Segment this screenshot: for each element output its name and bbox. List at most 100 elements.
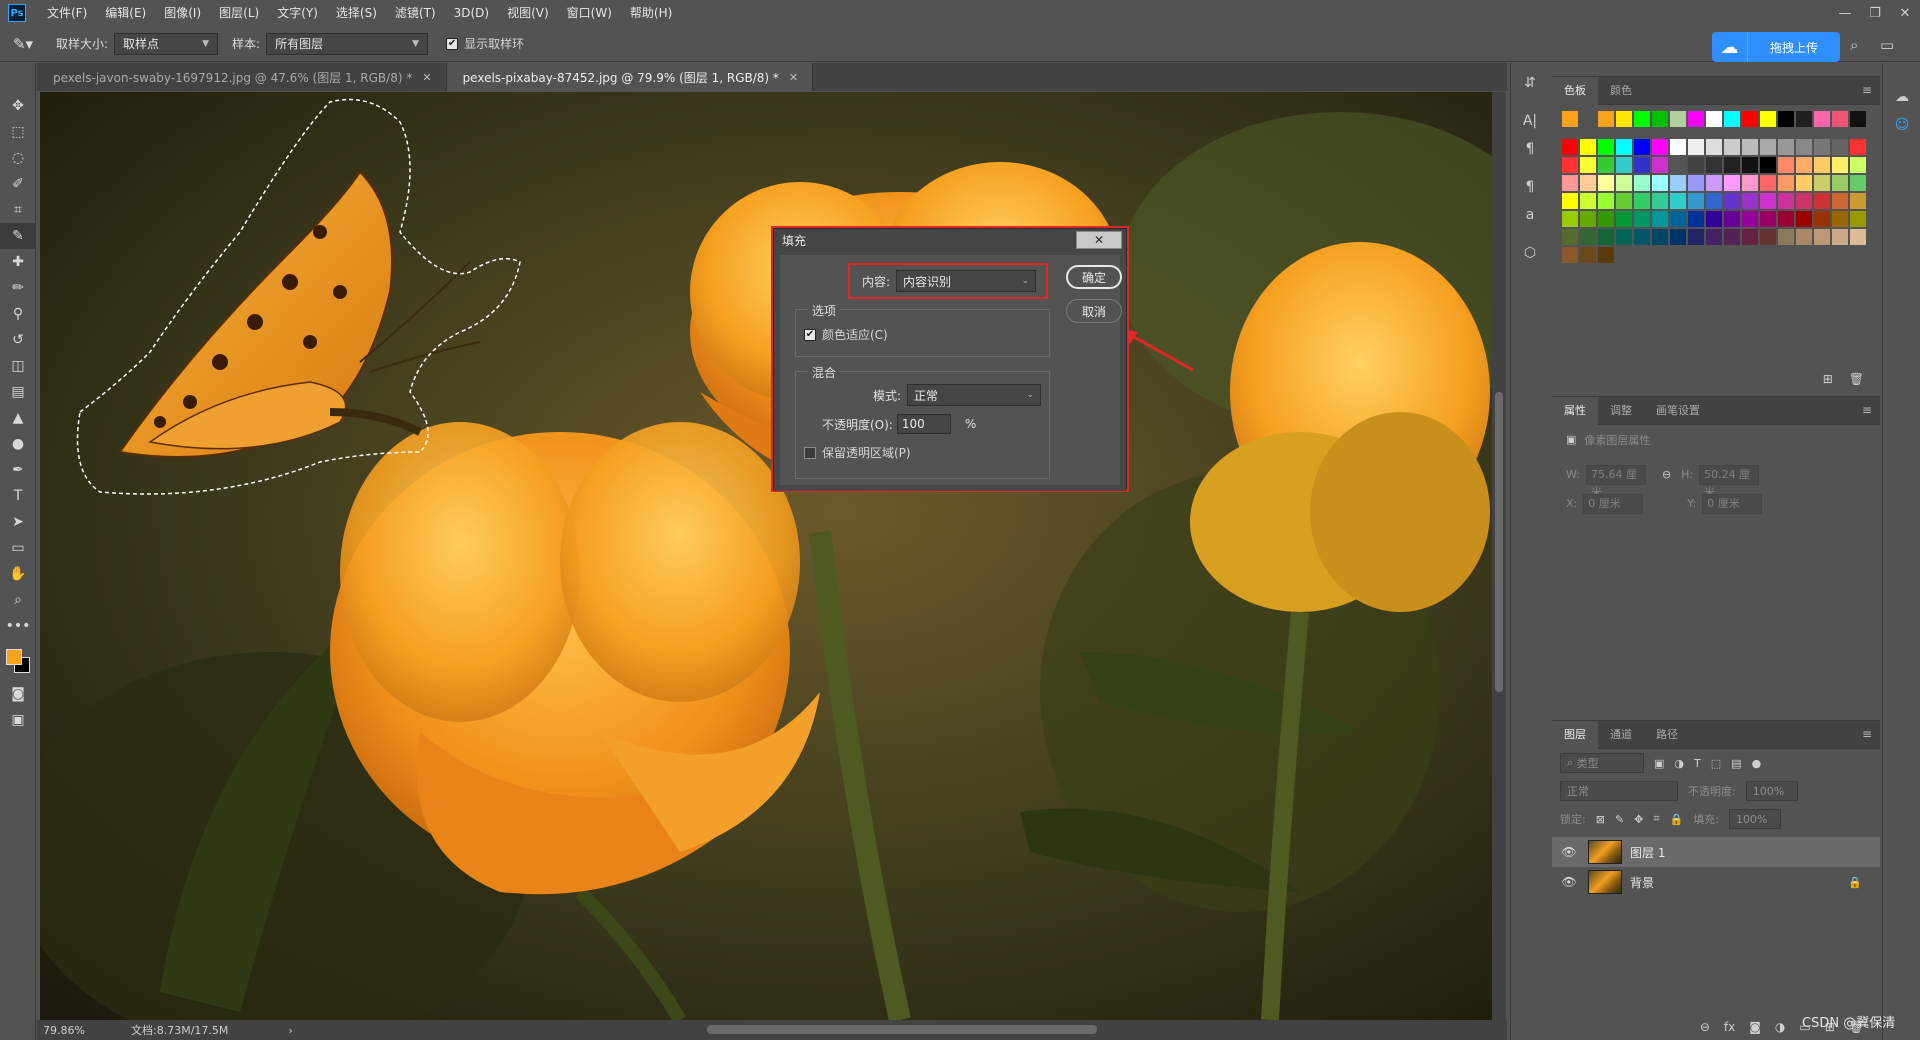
height-input[interactable]: 50.24 厘米 xyxy=(1699,464,1760,499)
swatch[interactable] xyxy=(1850,175,1866,191)
swatch[interactable] xyxy=(1562,175,1578,191)
swatch[interactable] xyxy=(1742,193,1758,209)
cancel-button[interactable]: 取消 xyxy=(1066,299,1122,323)
swatch[interactable] xyxy=(1778,175,1794,191)
swatch[interactable] xyxy=(1742,111,1758,127)
character-panel-icon[interactable]: A| xyxy=(1511,107,1549,135)
swatch[interactable] xyxy=(1796,157,1812,173)
color-adapt-checkbox[interactable]: ✔ xyxy=(804,328,816,341)
close-icon[interactable]: ✕ xyxy=(422,71,431,84)
tab-paths[interactable]: 路径 xyxy=(1644,721,1690,749)
zoom-level[interactable]: 79.86% xyxy=(43,1024,113,1037)
swatch[interactable] xyxy=(1742,175,1758,191)
new-adjustment-icon[interactable]: ◑ xyxy=(1775,1020,1785,1034)
tab-brush-settings[interactable]: 画笔设置 xyxy=(1644,397,1712,425)
swatch[interactable] xyxy=(1598,111,1614,127)
swatch[interactable] xyxy=(1562,111,1578,127)
swatch[interactable] xyxy=(1832,211,1848,227)
swatch[interactable] xyxy=(1832,175,1848,191)
opacity-input[interactable]: 100 xyxy=(896,414,951,434)
swatch[interactable] xyxy=(1562,229,1578,245)
swatch[interactable] xyxy=(1796,139,1812,155)
fx-icon[interactable]: fx xyxy=(1724,1020,1735,1034)
panel-menu-icon[interactable]: ≡ xyxy=(1862,83,1872,97)
chevron-right-icon[interactable]: › xyxy=(288,1024,292,1037)
swatch[interactable] xyxy=(1742,229,1758,245)
lock-artboard-icon[interactable]: ⌗ xyxy=(1653,812,1659,826)
swatch[interactable] xyxy=(1706,175,1722,191)
filter-type-icon[interactable]: T xyxy=(1694,757,1701,770)
menu-view[interactable]: 视图(V) xyxy=(498,0,558,26)
swatch[interactable] xyxy=(1670,229,1686,245)
swatch[interactable] xyxy=(1742,157,1758,173)
filter-shape-icon[interactable]: ⬚ xyxy=(1711,757,1721,770)
width-input[interactable]: 75.64 厘米 xyxy=(1585,464,1646,499)
crop-tool-icon[interactable]: ⌗ xyxy=(0,197,36,223)
show-ring-checkbox[interactable]: ✔ xyxy=(446,37,459,50)
swatch[interactable] xyxy=(1850,229,1866,245)
dialog-close-button[interactable]: ✕ xyxy=(1076,231,1122,249)
screen-mode-icon[interactable]: ▣ xyxy=(0,707,36,733)
content-select[interactable]: 内容识别 ⌄ xyxy=(896,270,1037,292)
swatch[interactable] xyxy=(1670,211,1686,227)
menu-window[interactable]: 窗口(W) xyxy=(558,0,621,26)
swatch[interactable] xyxy=(1814,139,1830,155)
search-icon[interactable]: ⌕ xyxy=(1850,36,1858,54)
restore-button[interactable]: ❐ xyxy=(1860,0,1890,26)
horizontal-scroll-thumb[interactable] xyxy=(707,1025,1097,1034)
swatch[interactable] xyxy=(1796,111,1812,127)
swatch[interactable] xyxy=(1562,139,1578,155)
lasso-tool-icon[interactable]: ◌ xyxy=(0,145,36,171)
swatch[interactable] xyxy=(1688,111,1704,127)
more-tools-icon[interactable]: ••• xyxy=(0,613,36,639)
filter-adjustment-icon[interactable]: ◑ xyxy=(1674,757,1684,770)
link-layers-icon[interactable]: ⊖ xyxy=(1700,1020,1710,1034)
swatch[interactable] xyxy=(1616,139,1632,155)
tab-color[interactable]: 颜色 xyxy=(1598,77,1644,105)
history-panel-icon[interactable]: ⇵ xyxy=(1511,69,1549,97)
3d-panel-icon[interactable]: ⬡ xyxy=(1511,239,1549,267)
lock-pixels-icon[interactable]: ✎ xyxy=(1615,813,1624,826)
path-select-icon[interactable]: ➤ xyxy=(0,509,36,535)
swatch[interactable] xyxy=(1688,193,1704,209)
swatch[interactable] xyxy=(1778,229,1794,245)
swatch[interactable] xyxy=(1580,157,1596,173)
tab-properties[interactable]: 属性 xyxy=(1552,396,1598,425)
swatch[interactable] xyxy=(1688,157,1704,173)
swatch[interactable] xyxy=(1670,139,1686,155)
assistant-icon[interactable]: ☺ xyxy=(1883,111,1920,139)
swatch[interactable] xyxy=(1832,111,1848,127)
menu-3d[interactable]: 3D(D) xyxy=(445,0,498,26)
blur-tool-icon[interactable]: ▲ xyxy=(0,405,36,431)
rectangle-tool-icon[interactable]: ▭ xyxy=(0,535,36,561)
swatch[interactable] xyxy=(1670,175,1686,191)
swatch[interactable] xyxy=(1796,193,1812,209)
swatch[interactable] xyxy=(1850,111,1866,127)
menu-type[interactable]: 文字(Y) xyxy=(268,0,327,26)
swatch[interactable] xyxy=(1580,193,1596,209)
layer-row-1[interactable]: 👁 图层 1 xyxy=(1552,837,1880,867)
hand-tool-icon[interactable]: ✋ xyxy=(0,561,36,587)
close-icon[interactable]: ✕ xyxy=(789,71,798,84)
swatch[interactable] xyxy=(1724,111,1740,127)
swatch[interactable] xyxy=(1778,111,1794,127)
swatch[interactable] xyxy=(1634,139,1650,155)
swatch[interactable] xyxy=(1778,139,1794,155)
swatch[interactable] xyxy=(1724,211,1740,227)
swatch[interactable] xyxy=(1814,175,1830,191)
swatch[interactable] xyxy=(1616,175,1632,191)
sample-size-select[interactable]: 取样点 ▼ xyxy=(114,32,219,55)
swatch[interactable] xyxy=(1580,111,1596,127)
menu-file[interactable]: 文件(F) xyxy=(38,0,96,26)
quick-mask-icon[interactable]: ◙ xyxy=(0,681,36,707)
clone-stamp-icon[interactable]: ⚲ xyxy=(0,301,36,327)
pen-tool-icon[interactable]: ✒ xyxy=(0,457,36,483)
paragraph-panel-icon[interactable]: ¶ xyxy=(1511,135,1549,163)
swatch[interactable] xyxy=(1652,111,1668,127)
delete-swatch-icon[interactable]: 🗑 xyxy=(1849,372,1864,386)
tab-adjustments[interactable]: 调整 xyxy=(1598,397,1644,425)
swatch[interactable] xyxy=(1652,229,1668,245)
ok-button[interactable]: 确定 xyxy=(1066,265,1122,289)
tab-channels[interactable]: 通道 xyxy=(1598,721,1644,749)
menu-select[interactable]: 选择(S) xyxy=(327,0,386,26)
